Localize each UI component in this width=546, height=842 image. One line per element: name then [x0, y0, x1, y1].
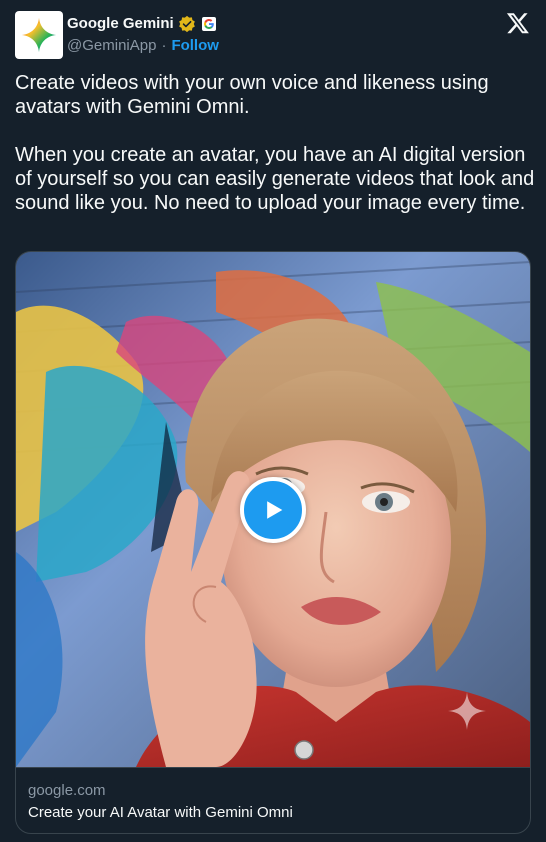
- tweet-embed: Google Gemini @GeminiApp · Follow Create…: [0, 0, 546, 842]
- author-avatar[interactable]: [15, 11, 63, 59]
- tweet-paragraph: Create videos with your own voice and li…: [15, 72, 489, 118]
- link-domain: google.com: [28, 782, 106, 799]
- google-affiliate-badge-icon: [201, 17, 216, 31]
- video-thumbnail[interactable]: [16, 252, 530, 767]
- link-preview-card[interactable]: google.com Create your AI Avatar with Ge…: [15, 251, 531, 834]
- x-logo-icon[interactable]: [506, 11, 530, 35]
- author-handle-row: @GeminiApp · Follow: [67, 37, 219, 55]
- author-display-name[interactable]: Google Gemini: [67, 15, 174, 33]
- author-handle[interactable]: @GeminiApp: [67, 37, 156, 55]
- verified-badge-icon: [178, 15, 196, 33]
- tweet-paragraph: When you create an avatar, you have an A…: [15, 144, 535, 214]
- gemini-sparkle-icon: [21, 17, 57, 53]
- author-name-row: Google Gemini: [67, 15, 216, 33]
- link-title: Create your AI Avatar with Gemini Omni: [28, 804, 293, 821]
- link-meta[interactable]: google.com Create your AI Avatar with Ge…: [16, 767, 530, 833]
- follow-button[interactable]: Follow: [171, 37, 219, 55]
- play-icon: [267, 501, 283, 519]
- tweet-header: Google Gemini @GeminiApp · Follow: [15, 11, 534, 61]
- play-button[interactable]: [240, 477, 306, 543]
- separator-dot: ·: [161, 37, 167, 54]
- tweet-text: Create videos with your own voice and li…: [15, 71, 535, 215]
